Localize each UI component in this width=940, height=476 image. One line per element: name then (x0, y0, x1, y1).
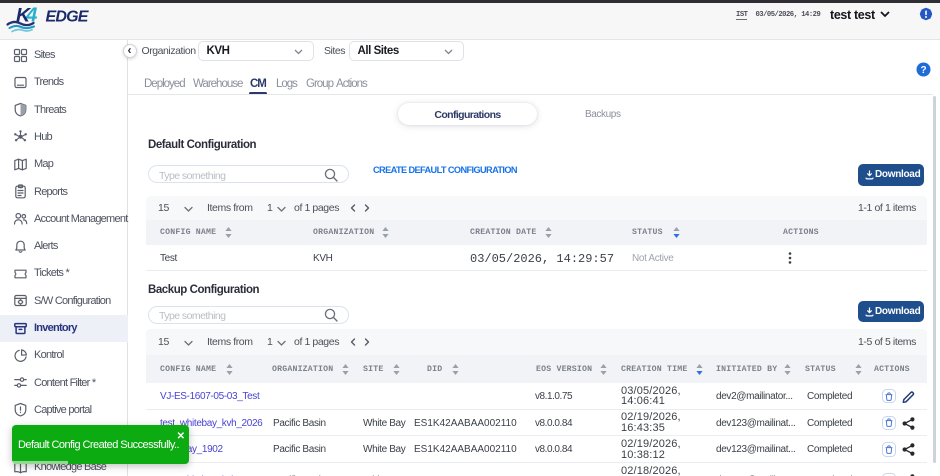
svg-text:?: ? (920, 65, 926, 76)
svg-text:EDGE: EDGE (46, 9, 90, 26)
